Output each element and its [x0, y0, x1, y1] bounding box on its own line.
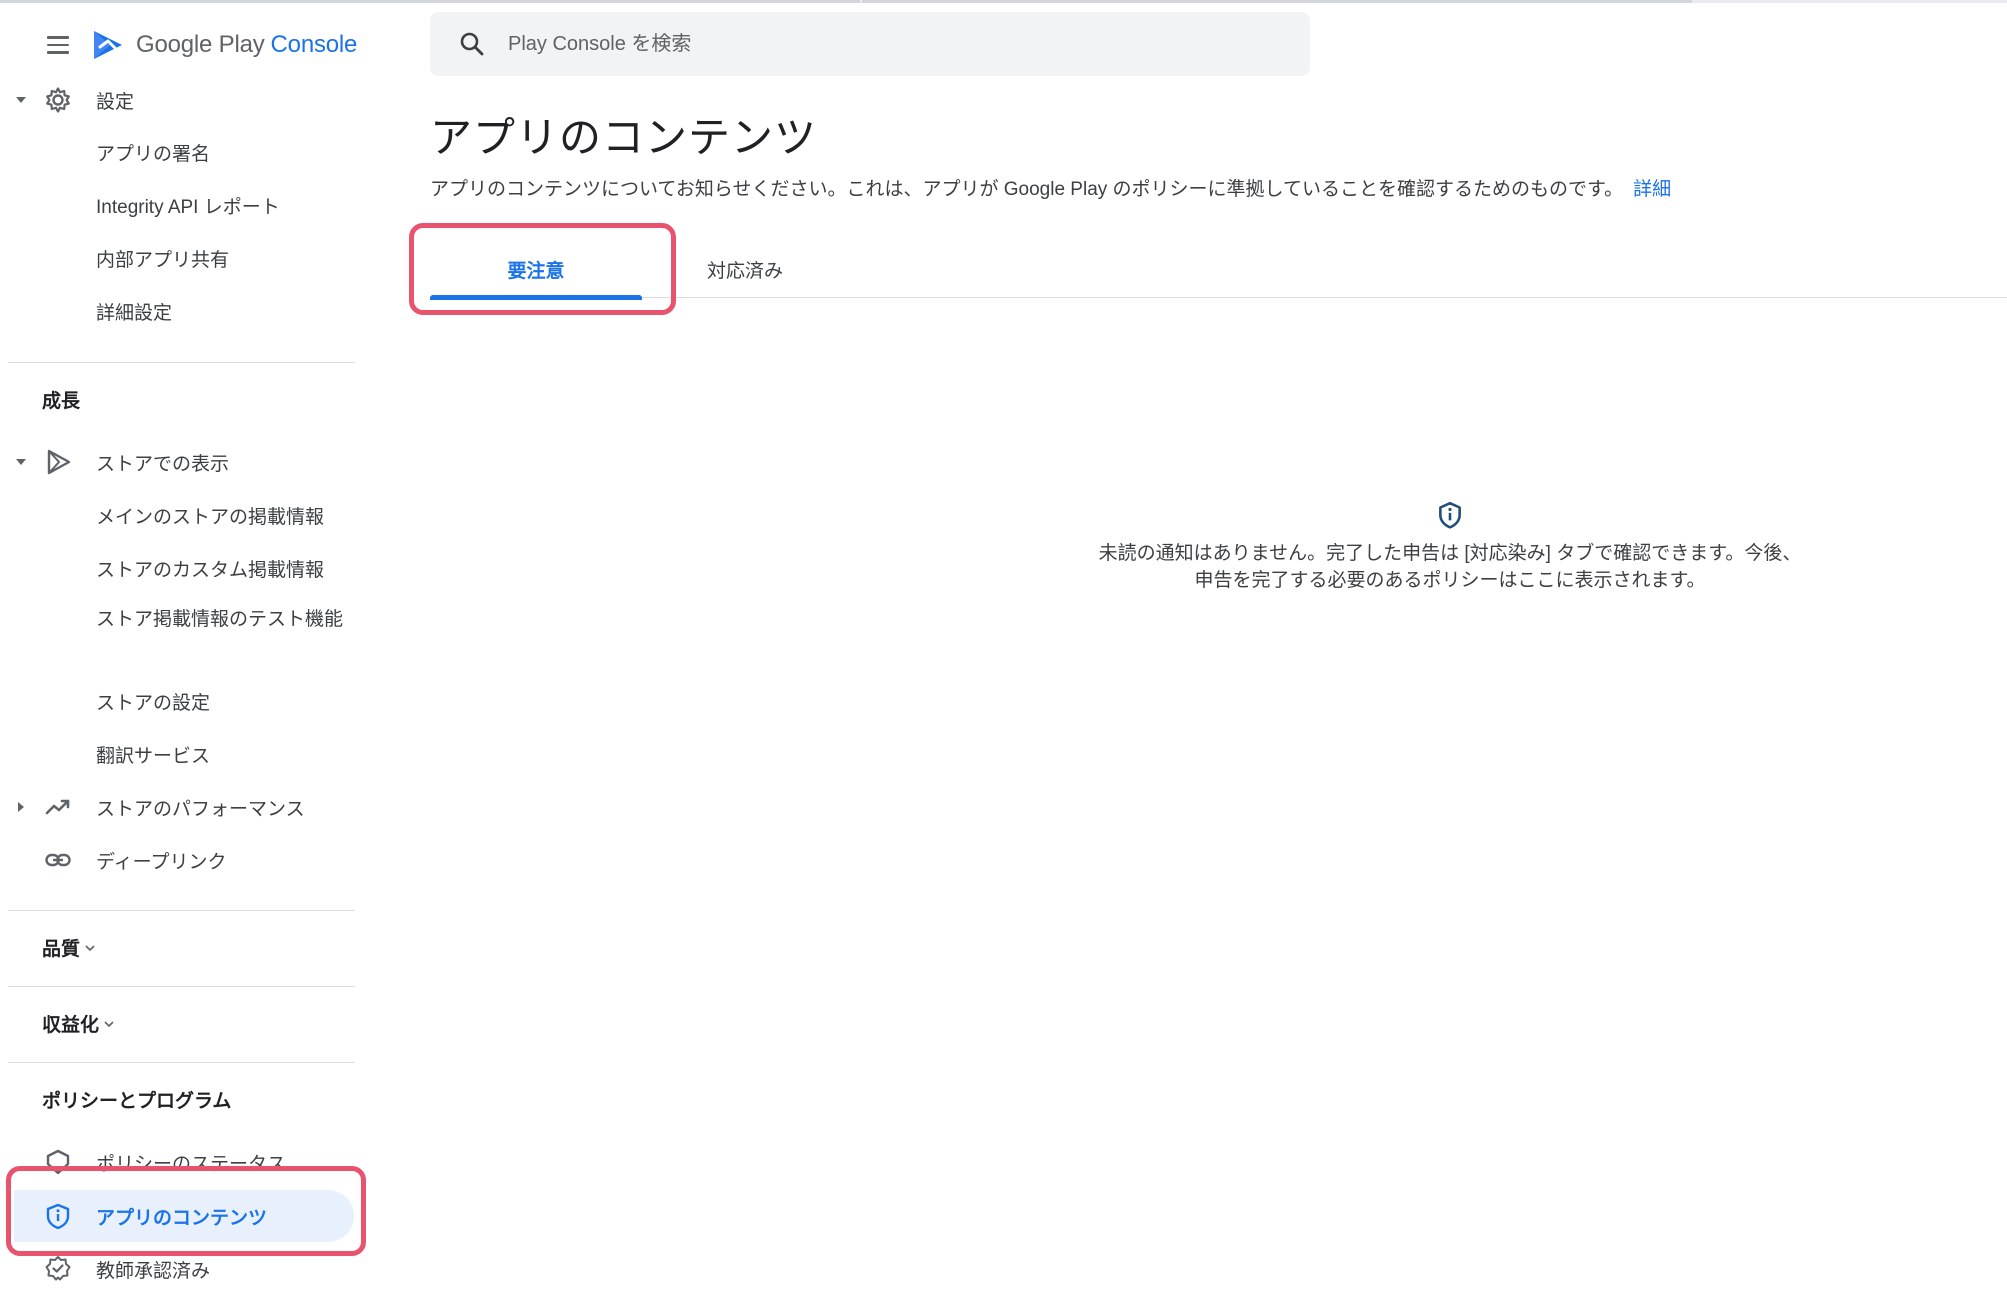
- shield-info-icon: [1439, 501, 1461, 529]
- nav-item-label: ストア掲載情報のテスト機能: [96, 609, 344, 630]
- nav-item-label: ストアの設定: [96, 692, 211, 714]
- nav-app-content-label: アプリのコンテンツ: [96, 1207, 268, 1229]
- page-title: アプリのコンテンツ: [430, 114, 818, 161]
- search-bar[interactable]: [430, 12, 1310, 76]
- caret-right-icon[interactable]: [14, 800, 28, 814]
- section-policy: ポリシーとプログラム: [42, 1086, 231, 1113]
- empty-state-line-2: 申告を完了する必要のあるポリシーはここに表示されます。: [1194, 570, 1706, 591]
- brand-header: Google Play Console: [40, 22, 357, 68]
- nav-policy-status-label: ポリシーのステータス: [96, 1153, 287, 1175]
- nav-store-performance-label: ストアのパフォーマンス: [96, 798, 305, 820]
- tab-action-required[interactable]: 要注意: [430, 240, 642, 300]
- section-title-text: 品質: [42, 939, 81, 960]
- sidebar-divider: [8, 362, 355, 363]
- chevron-down-icon: [85, 944, 95, 951]
- badge-check-icon: [42, 1253, 74, 1285]
- nav-teacher-approved-label: 教師承認済み: [96, 1260, 211, 1282]
- brand-name: Google Play: [136, 31, 265, 58]
- learn-more-link[interactable]: 詳細: [1633, 179, 1671, 200]
- nav-item-label: 詳細設定: [96, 302, 173, 324]
- nav-item-label: Integrity API レポート: [96, 196, 280, 218]
- section-title-text: 成長: [42, 391, 81, 412]
- nav-item-label: アプリの署名: [96, 143, 211, 165]
- tab-addressed[interactable]: 対応済み: [680, 240, 810, 298]
- search-input[interactable]: [508, 12, 1288, 76]
- chevron-down-icon: [104, 1020, 114, 1027]
- gear-icon: [42, 84, 74, 116]
- play-store-icon: [42, 446, 74, 478]
- nav-item-label: 内部アプリ共有: [96, 249, 230, 271]
- shield-info-icon: [42, 1200, 74, 1232]
- play-console-logo-icon[interactable]: [90, 27, 126, 63]
- link-icon: [42, 844, 74, 876]
- brand-title[interactable]: Google Play Console: [136, 31, 357, 59]
- sidebar-divider: [8, 986, 355, 987]
- sidebar-divider: [8, 1062, 355, 1063]
- section-title-text: ポリシーとプログラム: [42, 1091, 232, 1112]
- nav-item-label: ストアのカスタム掲載情報: [96, 559, 325, 581]
- nav-store-presence-label: ストアでの表示: [96, 453, 230, 475]
- section-monetize[interactable]: 収益化: [42, 1010, 115, 1037]
- hamburger-menu-icon[interactable]: [40, 27, 76, 63]
- section-growth: 成長: [42, 386, 80, 413]
- caret-down-icon[interactable]: [14, 93, 28, 107]
- section-title-text: 収益化: [42, 1015, 100, 1036]
- caret-down-icon[interactable]: [14, 455, 28, 469]
- top-edge-segment: [862, 0, 1692, 3]
- trending-up-icon: [42, 791, 74, 823]
- nav-deep-links-label: ディープリンク: [96, 851, 227, 873]
- empty-state-line-1: 未読の通知はありません。完了した申告は [対応染み] タブで確認できます。今後、: [1098, 543, 1802, 564]
- empty-state: 未読の通知はありません。完了した申告は [対応染み] タブで確認できます。今後、…: [1020, 500, 1880, 594]
- nav-settings-label: 設定: [96, 91, 135, 113]
- nav-item-label: 翻訳サービス: [96, 745, 211, 767]
- tab-bar: 要注意 対応済み: [430, 240, 2007, 300]
- page-description: アプリのコンテンツについてお知らせください。これは、アプリが Google Pl…: [430, 174, 1671, 201]
- brand-product: Console: [270, 31, 358, 58]
- sidebar-divider: [8, 910, 355, 911]
- sidebar: Google Play Console 設定 アプリの署名 Integrity A…: [0, 0, 366, 1313]
- shield-check-icon: [42, 1146, 74, 1178]
- page-description-text: アプリのコンテンツについてお知らせください。これは、アプリが Google Pl…: [430, 179, 1624, 200]
- section-quality[interactable]: 品質: [42, 934, 96, 961]
- search-icon[interactable]: [458, 30, 486, 58]
- nav-item-label: メインのストアの掲載情報: [96, 506, 325, 528]
